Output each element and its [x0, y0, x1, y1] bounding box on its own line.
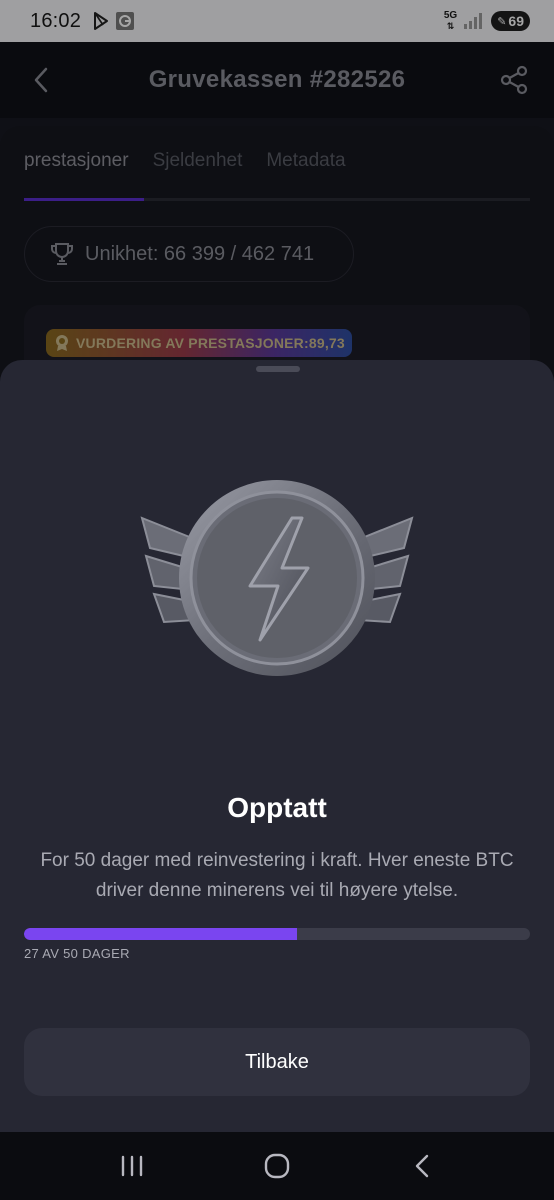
back-icon [415, 1154, 428, 1178]
back-button[interactable]: Tilbake [24, 1028, 530, 1096]
drag-handle[interactable] [256, 366, 300, 372]
system-nav-bar [0, 1132, 554, 1200]
progress-bar [24, 928, 530, 940]
system-back-button[interactable] [397, 1146, 447, 1186]
sheet-title: Opptatt [227, 792, 327, 823]
recent-apps-button[interactable] [107, 1146, 157, 1186]
screen: 16:02 5G ⇅ ✎ 69 Gruvekassen #282526 pres… [0, 0, 554, 1200]
home-icon [264, 1153, 290, 1179]
home-button[interactable] [252, 1146, 302, 1186]
achievement-sheet: Opptatt For 50 dager med reinvestering i… [0, 360, 554, 1132]
sheet-description: For 50 dager med reinvestering i kraft. … [40, 850, 514, 901]
progress-label: 27 AV 50 DAGER [24, 946, 130, 961]
recent-apps-icon [122, 1155, 143, 1177]
progress-fill [24, 928, 298, 940]
lightning-medal-icon [140, 480, 414, 676]
